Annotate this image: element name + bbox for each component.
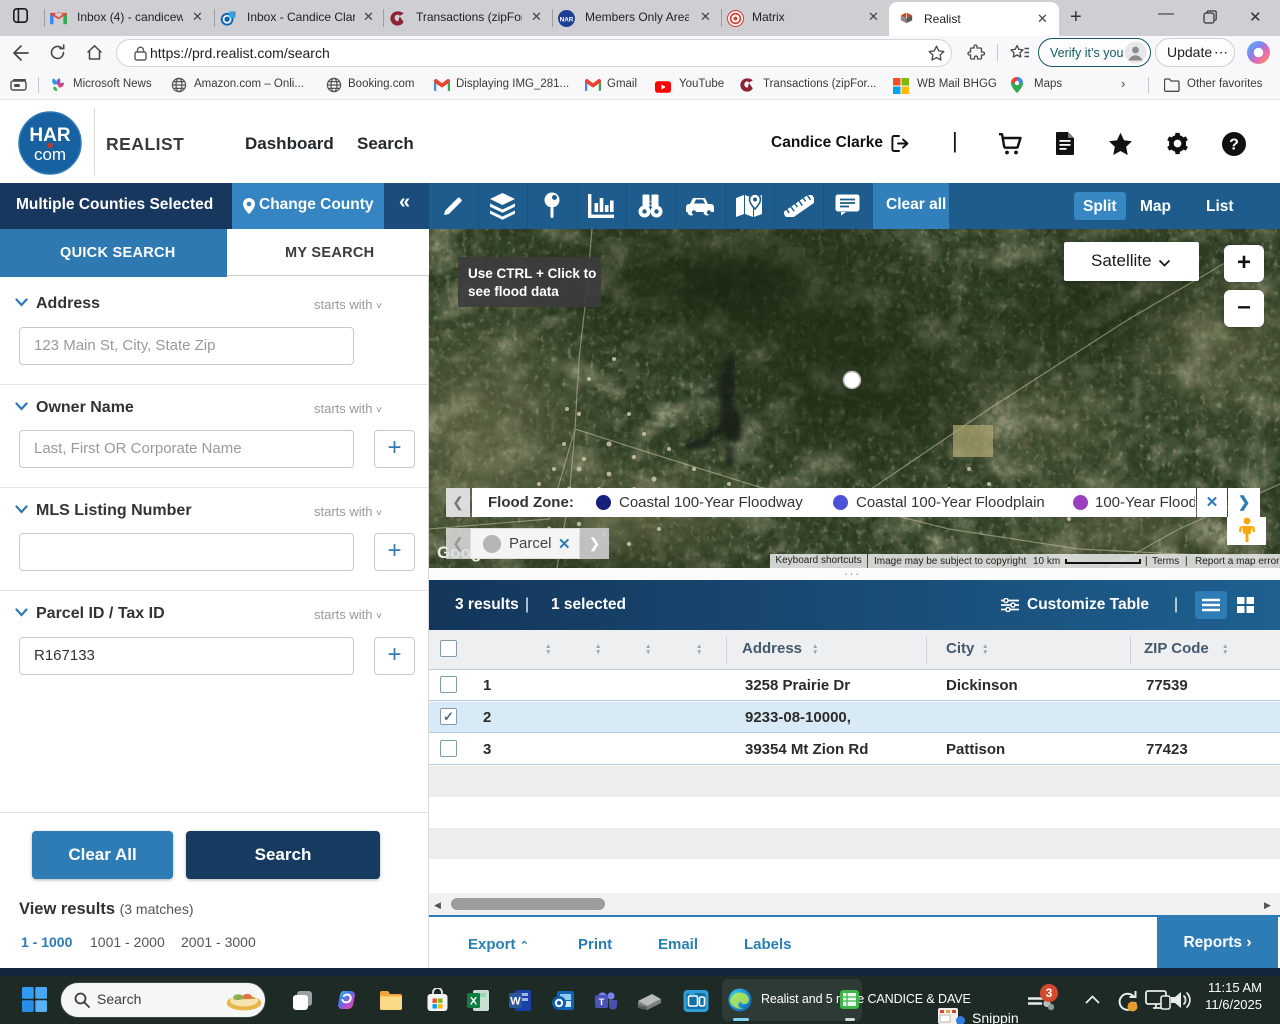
svg-text:?: ? [1229,137,1239,154]
svg-text:T: T [599,997,605,1008]
svg-text:NAR: NAR [560,17,574,24]
svg-text:W: W [510,996,521,1008]
svg-text:X: X [470,996,478,1008]
